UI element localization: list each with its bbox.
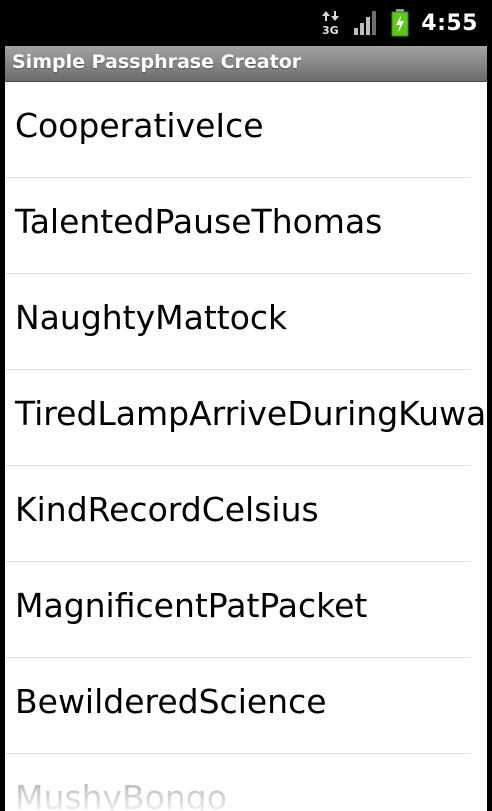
passphrase-text: NaughtyMattock	[15, 298, 288, 337]
status-bar: 3G 4:55	[0, 0, 492, 46]
passphrase-text: TiredLampArriveDuringKuwait	[15, 394, 487, 433]
list-item[interactable]: MushyBongo	[5, 754, 471, 811]
passphrase-text: MagnificentPatPacket	[15, 586, 368, 625]
signal-strength-icon	[353, 10, 379, 36]
app-title-bar: Simple Passphrase Creator	[5, 46, 487, 82]
network-type-label: 3G	[322, 24, 339, 36]
list-item[interactable]: TalentedPauseThomas	[5, 178, 471, 274]
data-transfer-icon: 3G	[321, 10, 341, 36]
list-item[interactable]: KindRecordCelsius	[5, 466, 471, 562]
battery-charging-icon	[391, 9, 409, 37]
passphrase-text: CooperativeIce	[15, 106, 264, 145]
list-item[interactable]: NaughtyMattock	[5, 274, 471, 370]
list-item[interactable]: CooperativeIce	[5, 82, 471, 178]
status-icons: 3G 4:55	[321, 8, 478, 38]
app-title: Simple Passphrase Creator	[12, 51, 302, 73]
list-item[interactable]: TiredLampArriveDuringKuwait	[5, 370, 487, 466]
list-item[interactable]: BewilderedScience	[5, 658, 471, 754]
passphrase-text: TalentedPauseThomas	[15, 202, 383, 241]
list-item[interactable]: MagnificentPatPacket	[5, 562, 471, 658]
passphrase-list[interactable]: CooperativeIce TalentedPauseThomas Naugh…	[5, 82, 487, 811]
passphrase-text: MushyBongo	[15, 778, 227, 811]
passphrase-text: BewilderedScience	[15, 682, 327, 721]
clock: 4:55	[421, 10, 478, 36]
passphrase-text: KindRecordCelsius	[15, 490, 319, 529]
